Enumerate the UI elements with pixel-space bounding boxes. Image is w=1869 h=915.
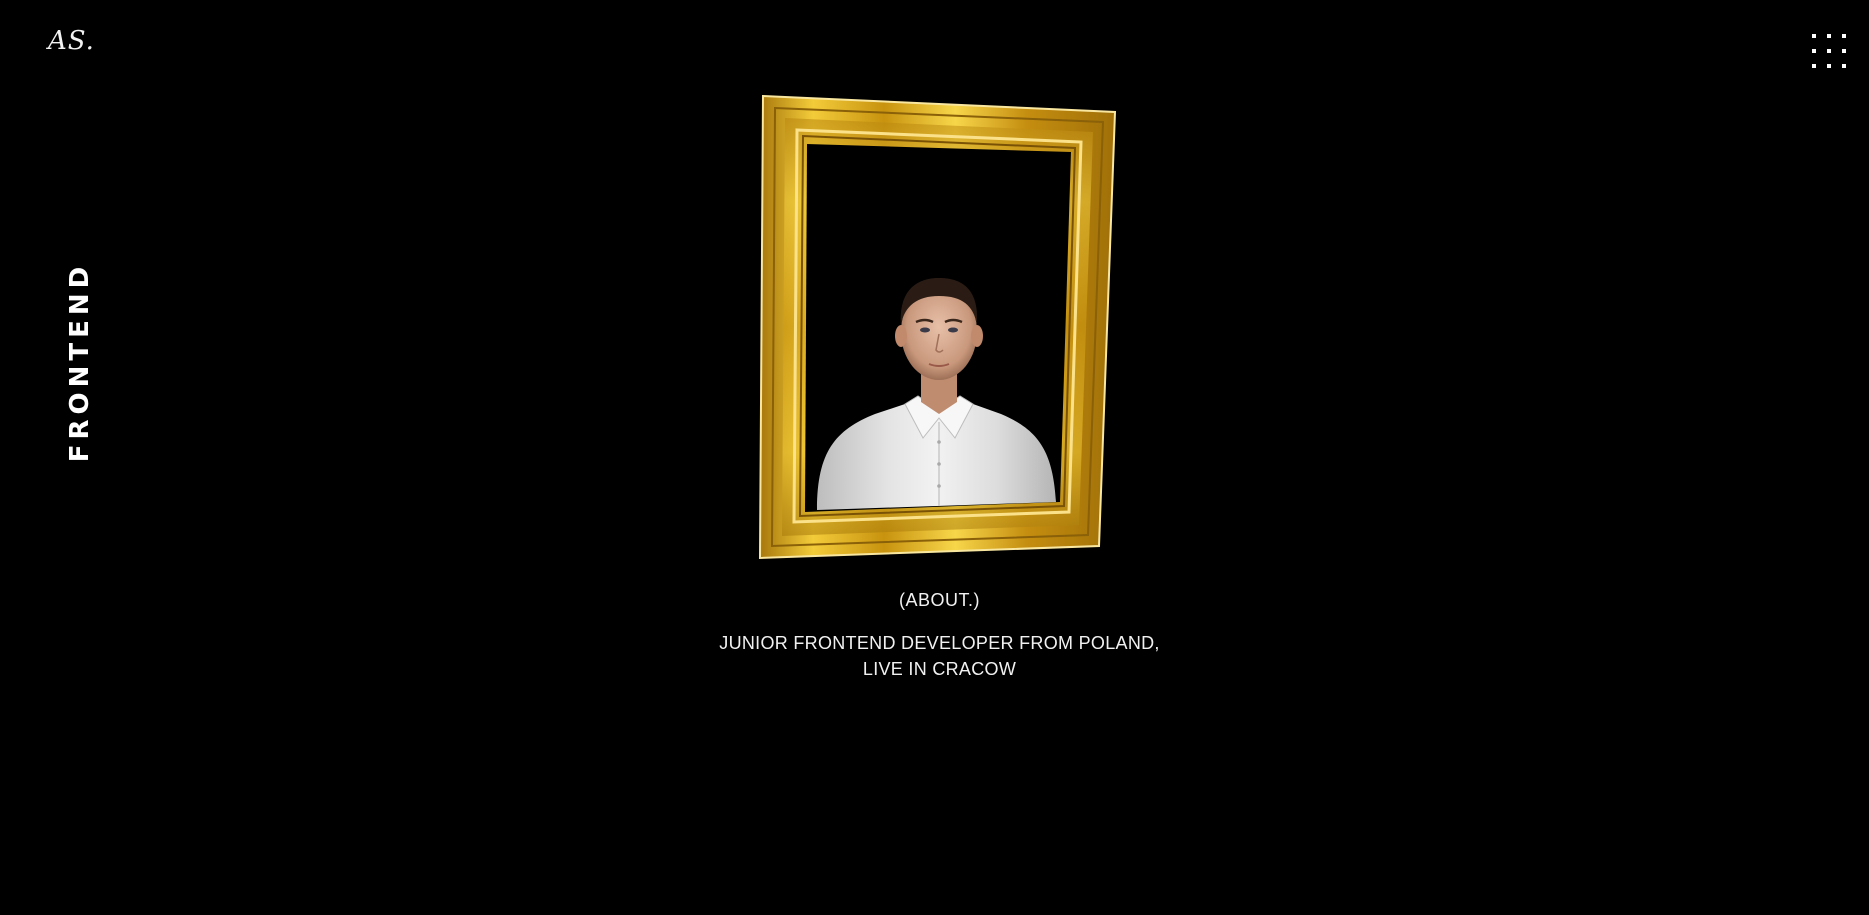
portrait-image [758, 94, 1117, 560]
menu-dot [1827, 34, 1831, 38]
menu-dot [1812, 64, 1816, 68]
logo[interactable]: AS. [48, 26, 95, 56]
portrait-frame [755, 92, 1123, 562]
about-line-2: LIVE IN CRACOW [862, 659, 1017, 679]
menu-dot [1827, 49, 1831, 53]
menu-dot [1842, 34, 1846, 38]
menu-grid-icon[interactable] [1812, 34, 1850, 72]
about-heading: (ABOUT.) [898, 590, 980, 610]
menu-dot [1842, 64, 1846, 68]
page: AS. FRONTEND (ABOUT.) JUNIOR FRONTEND DE… [0, 0, 1869, 915]
menu-dot [1827, 64, 1831, 68]
menu-dot [1842, 49, 1846, 53]
menu-dot [1812, 49, 1816, 53]
about-description: JUNIOR FRONTEND DEVELOPER FROM POLAND, L… [0, 630, 1869, 682]
about-line-1: JUNIOR FRONTEND DEVELOPER FROM POLAND, [719, 633, 1160, 653]
menu-dot [1812, 34, 1816, 38]
side-section-label: FRONTEND [65, 261, 95, 463]
